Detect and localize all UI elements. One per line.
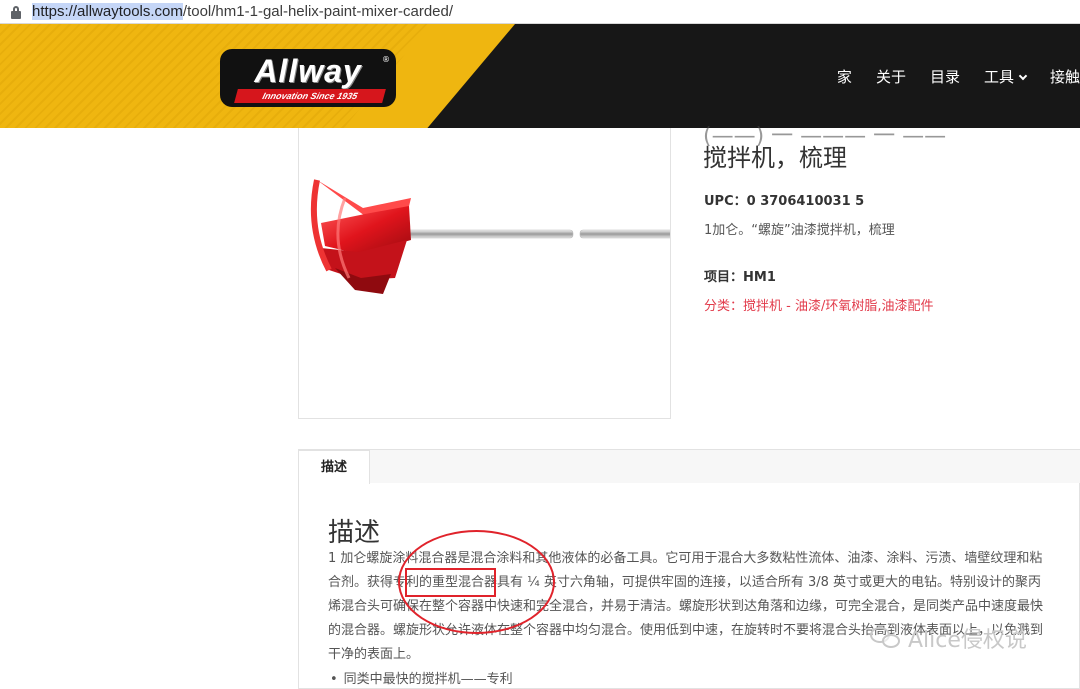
wechat-icon	[870, 625, 902, 651]
nav-about[interactable]: 关于	[876, 66, 906, 87]
nav-tools[interactable]: 工具	[983, 66, 1028, 87]
url-host-selected: https://allwaytools.com	[32, 3, 183, 20]
product-short-desc: 1加仑。“螺旋”油漆搅拌机，梳理	[704, 223, 895, 238]
watermark: Alice侵权说	[870, 622, 1027, 654]
nav-home[interactable]: 家	[837, 66, 852, 87]
lock-icon[interactable]	[10, 5, 22, 19]
site-header: Allway ® Innovation Since 1935 家 关于 目录 工…	[0, 24, 1080, 128]
feature-bullet: 同类中最快的搅拌机——专利	[330, 668, 513, 687]
nav-tools-label: 工具	[983, 67, 1014, 86]
category-label: 分类：	[704, 299, 744, 314]
annotation-rectangle	[405, 568, 496, 597]
main-nav: 家 关于 目录 工具 接触	[837, 24, 1080, 128]
product-image-frame[interactable]	[298, 128, 671, 419]
address-bar[interactable]: https://allwaytools.com/tool/hm1-1-gal-h…	[0, 0, 1080, 24]
nav-catalog[interactable]: 目录	[930, 66, 960, 87]
product-title: 搅拌机，梳理	[703, 144, 847, 172]
product-upc: UPC：0 3706410031 5	[704, 194, 865, 209]
product-categories: 分类：搅拌机 - 油漆/环氧树脂,油漆配件	[704, 295, 933, 314]
helix-mixer-image	[310, 179, 670, 294]
url-text[interactable]: https://allwaytools.com/tool/hm1-1-gal-h…	[32, 3, 453, 20]
product-item-number: 项目：HM1	[704, 270, 776, 285]
nav-contact[interactable]: 接触	[1050, 66, 1080, 87]
tab-description[interactable]: 描述	[298, 450, 370, 484]
allway-logo[interactable]: Allway ® Innovation Since 1935	[220, 49, 396, 107]
chevron-down-icon	[1018, 71, 1028, 80]
category-links[interactable]: 搅拌机 - 油漆/环氧树脂,油漆配件	[743, 299, 933, 314]
logo-wordmark: Allway	[254, 53, 362, 89]
registered-mark: ®	[382, 55, 390, 64]
url-path: /tool/hm1-1-gal-helix-paint-mixer-carded…	[182, 3, 454, 20]
description-heading: 描述	[328, 518, 381, 548]
watermark-text: Alice侵权说	[908, 628, 1027, 653]
product-tabs: 描述	[298, 449, 1080, 484]
logo-tagline: Innovation Since 1935	[234, 89, 386, 103]
